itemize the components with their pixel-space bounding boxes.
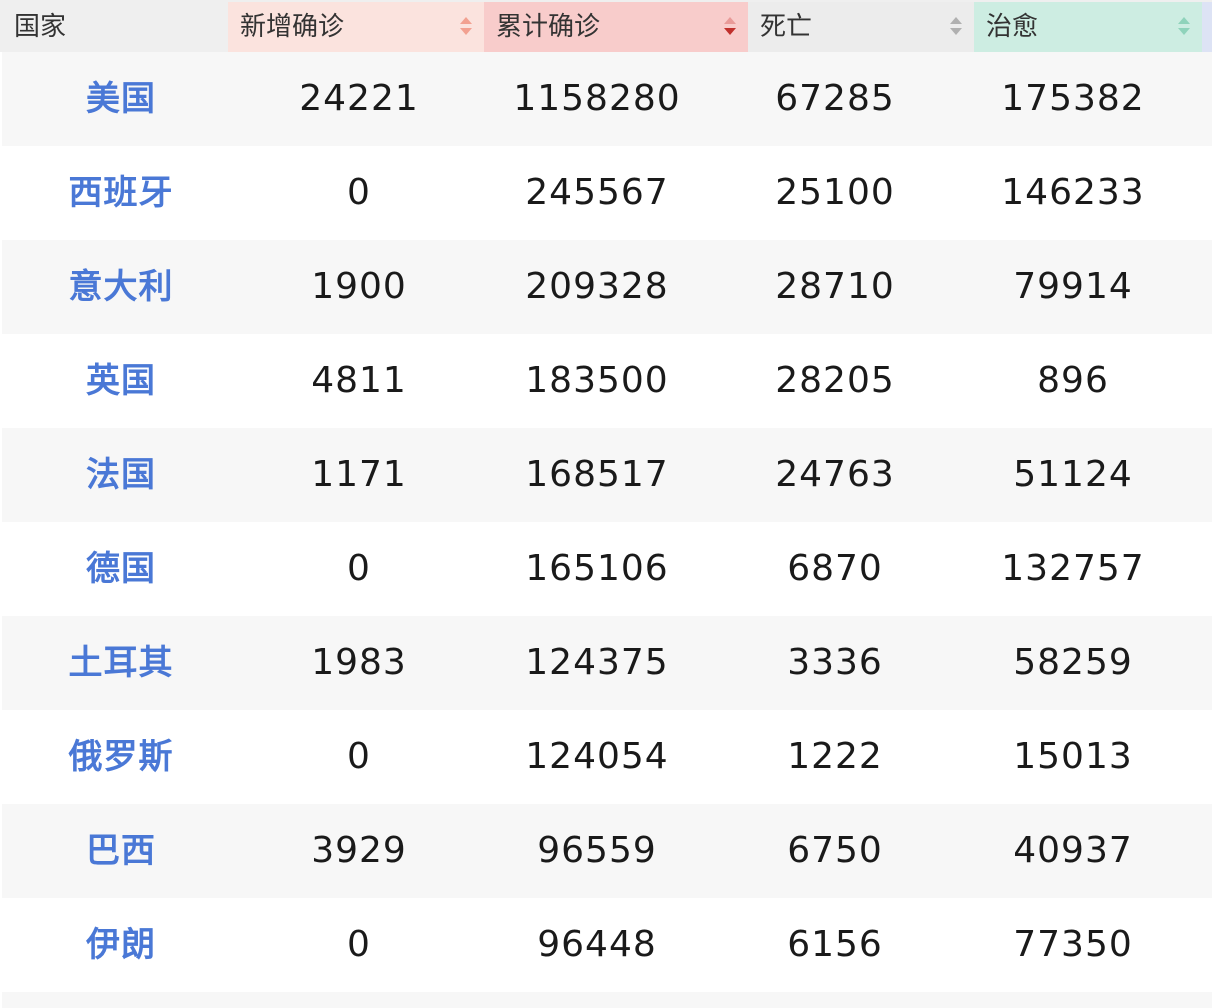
table-bottom-edge xyxy=(2,992,1212,1008)
column-header-cured[interactable]: 治愈 xyxy=(974,2,1202,52)
sort-up-icon xyxy=(950,17,962,24)
cured-value: 175382 xyxy=(1001,78,1145,119)
sort-down-icon xyxy=(950,28,962,35)
deaths-value: 6870 xyxy=(787,548,883,589)
table-row: 英国 4811 183500 28205 896 xyxy=(2,334,1212,428)
new-confirmed-value: 1983 xyxy=(311,642,407,683)
table-row: 美国 24221 1158280 67285 175382 xyxy=(2,52,1212,146)
sort-icon[interactable] xyxy=(1178,16,1190,38)
column-header-cured-label: 治愈 xyxy=(986,12,1039,42)
sort-up-icon xyxy=(1178,17,1190,24)
new-confirmed-value: 0 xyxy=(347,736,371,777)
country-link[interactable]: 美国 xyxy=(2,52,240,146)
sort-up-icon xyxy=(724,17,736,24)
new-confirmed-value: 3929 xyxy=(311,830,407,871)
table-row: 巴西 3929 96559 6750 40937 xyxy=(2,804,1212,898)
total-confirmed-value: 124054 xyxy=(525,736,669,777)
column-header-deaths-label: 死亡 xyxy=(760,12,813,42)
sort-icon[interactable] xyxy=(724,16,736,38)
deaths-value: 25100 xyxy=(775,172,895,213)
total-confirmed-value: 209328 xyxy=(525,266,669,307)
new-confirmed-value: 0 xyxy=(347,172,371,213)
country-link[interactable]: 英国 xyxy=(2,334,240,428)
deaths-value: 67285 xyxy=(775,78,895,119)
table-header: 国家 新增确诊 累计确诊 死亡 治愈 xyxy=(0,0,1212,52)
sort-up-icon xyxy=(460,17,472,24)
table-row: 德国 0 165106 6870 132757 xyxy=(2,522,1212,616)
new-confirmed-value: 1171 xyxy=(311,454,407,495)
country-stats-table: 国家 新增确诊 累计确诊 死亡 治愈 美国 24221 1158280 6728… xyxy=(0,0,1212,1008)
country-link[interactable]: 伊朗 xyxy=(2,898,240,992)
sort-down-icon xyxy=(1178,28,1190,35)
column-header-new-confirmed-label: 新增确诊 xyxy=(240,12,345,42)
sort-icon[interactable] xyxy=(460,16,472,38)
total-confirmed-value: 124375 xyxy=(525,642,669,683)
new-confirmed-value: 24221 xyxy=(299,78,419,119)
cured-value: 77350 xyxy=(1013,924,1133,965)
country-link[interactable]: 巴西 xyxy=(2,804,240,898)
total-confirmed-value: 96559 xyxy=(537,830,657,871)
total-confirmed-value: 168517 xyxy=(525,454,669,495)
deaths-value: 6750 xyxy=(787,830,883,871)
column-header-deaths[interactable]: 死亡 xyxy=(748,2,974,52)
new-confirmed-value: 0 xyxy=(347,924,371,965)
sort-down-icon xyxy=(460,28,472,35)
cured-value: 15013 xyxy=(1013,736,1133,777)
cured-value: 146233 xyxy=(1001,172,1145,213)
column-header-total-confirmed[interactable]: 累计确诊 xyxy=(484,2,748,52)
cured-value: 79914 xyxy=(1013,266,1133,307)
country-link[interactable]: 意大利 xyxy=(2,240,240,334)
deaths-value: 28710 xyxy=(775,266,895,307)
country-link[interactable]: 德国 xyxy=(2,522,240,616)
country-link[interactable]: 西班牙 xyxy=(2,146,240,240)
cured-value: 132757 xyxy=(1001,548,1145,589)
new-confirmed-value: 4811 xyxy=(311,360,407,401)
column-header-total-confirmed-label: 累计确诊 xyxy=(496,12,601,42)
cured-value: 896 xyxy=(1037,360,1109,401)
total-confirmed-value: 183500 xyxy=(525,360,669,401)
table-row: 伊朗 0 96448 6156 77350 xyxy=(2,898,1212,992)
country-link[interactable]: 法国 xyxy=(2,428,240,522)
column-header-country-label: 国家 xyxy=(14,12,67,42)
cured-value: 51124 xyxy=(1013,454,1133,495)
country-link[interactable]: 俄罗斯 xyxy=(2,710,240,804)
header-edge xyxy=(1202,2,1212,52)
new-confirmed-value: 0 xyxy=(347,548,371,589)
total-confirmed-value: 245567 xyxy=(525,172,669,213)
total-confirmed-value: 1158280 xyxy=(513,78,681,119)
sort-down-icon-active xyxy=(724,28,736,35)
deaths-value: 3336 xyxy=(787,642,883,683)
table-row: 西班牙 0 245567 25100 146233 xyxy=(2,146,1212,240)
sort-icon[interactable] xyxy=(950,16,962,38)
cured-value: 40937 xyxy=(1013,830,1133,871)
column-header-country: 国家 xyxy=(2,2,228,52)
table-row: 俄罗斯 0 124054 1222 15013 xyxy=(2,710,1212,804)
cured-value: 58259 xyxy=(1013,642,1133,683)
country-link[interactable]: 土耳其 xyxy=(2,616,240,710)
table-row: 法国 1171 168517 24763 51124 xyxy=(2,428,1212,522)
total-confirmed-value: 165106 xyxy=(525,548,669,589)
table-row: 土耳其 1983 124375 3336 58259 xyxy=(2,616,1212,710)
table-row: 意大利 1900 209328 28710 79914 xyxy=(2,240,1212,334)
deaths-value: 6156 xyxy=(787,924,883,965)
deaths-value: 28205 xyxy=(775,360,895,401)
new-confirmed-value: 1900 xyxy=(311,266,407,307)
total-confirmed-value: 96448 xyxy=(537,924,657,965)
deaths-value: 24763 xyxy=(775,454,895,495)
deaths-value: 1222 xyxy=(787,736,883,777)
column-header-new-confirmed[interactable]: 新增确诊 xyxy=(228,2,484,52)
